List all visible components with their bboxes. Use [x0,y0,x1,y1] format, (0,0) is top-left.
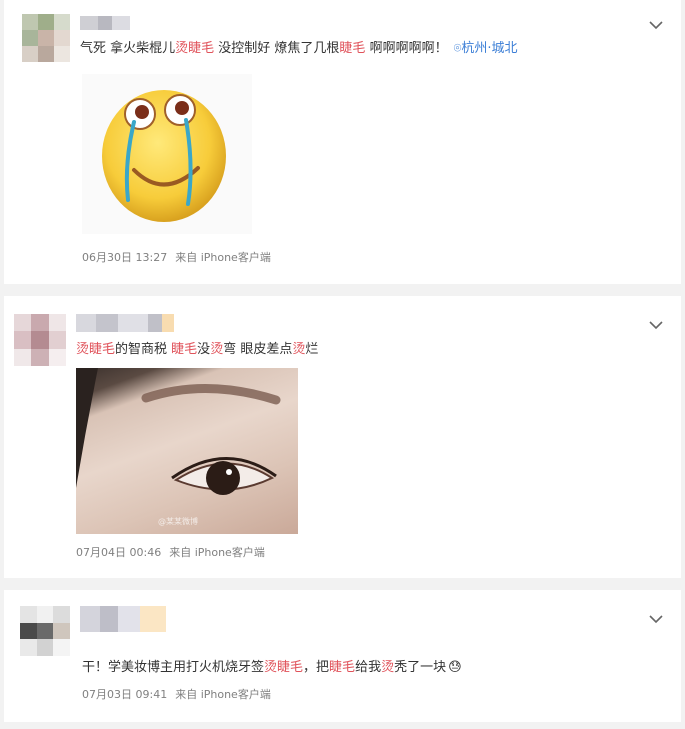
post-text-segment: 的智商税 [115,342,172,357]
post-image-crying-emoji[interactable] [82,74,252,234]
post-meta: 06月30日 13:27 来自 iPhone客户端 [82,249,271,265]
post-text: 干！学美妆博主用打火机烧牙签烫睫毛，把睫毛给我烫秃了一块 😓 [82,659,462,677]
post-text-segment: 没控制好 燎焦了几根 [214,41,340,56]
post-source: 来自 iPhone客户端 [175,688,271,701]
keyword-highlight[interactable]: 睫毛 [171,342,197,357]
location-link[interactable]: ⌾杭州·城北 [454,41,518,56]
post-card-2: 烫睫毛的智商税 睫毛没烫弯 眼皮差点烫烂 @某某微博 07月04日 00:46 来… [4,296,681,578]
keyword-highlight[interactable]: 烫 [381,660,394,675]
keyword-highlight[interactable]: 烫睫毛 [264,660,303,675]
post-text-segment: 给我 [355,660,382,675]
post-source: 来自 iPhone客户端 [175,251,271,264]
username-blurred[interactable] [80,606,166,632]
post-text: 气死 拿火柴棍儿烫睫毛 没控制好 燎焦了几根睫毛 啊啊啊啊啊！ ⌾杭州·城北 [80,40,518,58]
post-date[interactable]: 07月03日 09:41 [82,688,167,701]
post-meta: 07月03日 09:41 来自 iPhone客户端 [82,686,271,702]
post-card-3: 干！学美妆博主用打火机烧牙签烫睫毛，把睫毛给我烫秃了一块 😓 07月03日 09:… [4,590,681,722]
post-date[interactable]: 07月04日 00:46 [76,546,161,559]
post-image-eye-photo[interactable]: @某某微博 [76,368,298,534]
chevron-down-icon[interactable] [649,614,663,624]
post-text-segment: 啊啊啊啊啊！ [365,41,448,56]
post-text-segment: ，把 [303,660,330,675]
keyword-highlight[interactable]: 睫毛 [329,660,355,675]
post-date[interactable]: 06月30日 13:27 [82,251,167,264]
keyword-highlight[interactable]: 烫 [292,342,305,357]
avatar[interactable] [20,606,70,656]
image-watermark: @某某微博 [158,516,198,526]
keyword-highlight[interactable]: 睫毛 [339,41,365,56]
username-blurred[interactable] [80,16,130,30]
keyword-highlight[interactable]: 烫 [210,342,223,357]
chevron-down-icon[interactable] [649,20,663,30]
post-meta: 07月04日 00:46 来自 iPhone客户端 [76,544,265,560]
sweat-emoji-icon: 😓 [448,660,462,675]
post-text-segment: 秃了一块 [394,660,447,675]
post-text-segment: 干！学美妆博主用打火机烧牙签 [82,660,265,675]
avatar[interactable] [22,14,70,62]
keyword-highlight[interactable]: 烫睫毛 [175,41,214,56]
post-source: 来自 iPhone客户端 [169,546,265,559]
post-text-segment: 气死 拿火柴棍儿 [80,41,176,56]
avatar[interactable] [14,314,66,366]
post-card-1: 气死 拿火柴棍儿烫睫毛 没控制好 燎焦了几根睫毛 啊啊啊啊啊！ ⌾杭州·城北 06… [4,0,681,284]
post-text-segment: 烂 [305,342,319,357]
post-text: 烫睫毛的智商税 睫毛没烫弯 眼皮差点烫烂 [76,341,318,359]
chevron-down-icon[interactable] [649,320,663,330]
post-text-segment: 弯 眼皮差点 [223,342,293,357]
post-text-segment: 没 [197,342,211,357]
username-blurred[interactable] [76,314,174,332]
keyword-highlight[interactable]: 烫睫毛 [76,342,115,357]
